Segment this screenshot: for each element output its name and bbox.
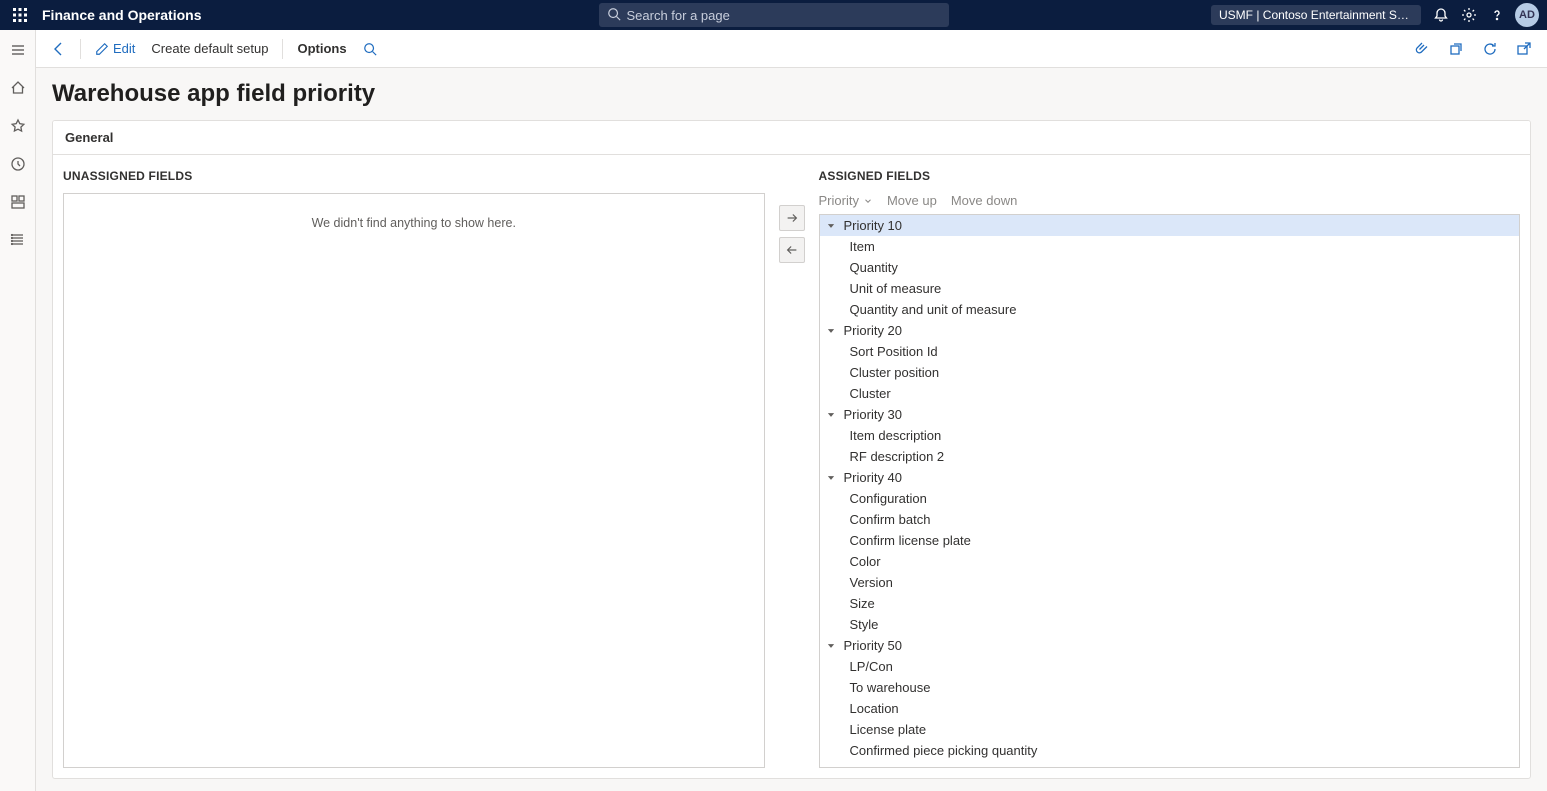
priority-group-header[interactable]: Priority 40	[820, 467, 1520, 488]
nav-workspaces-icon[interactable]	[4, 188, 32, 216]
open-new-button[interactable]	[1443, 36, 1469, 62]
options-button[interactable]: Options	[291, 37, 352, 60]
chevron-down-icon	[863, 196, 873, 206]
assigned-title: ASSIGNED FIELDS	[819, 169, 1521, 183]
left-nav-rail	[0, 30, 36, 791]
help-icon[interactable]	[1483, 1, 1511, 29]
general-card: General UNASSIGNED FIELDS We didn't find…	[52, 120, 1531, 779]
assigned-column: ASSIGNED FIELDS Priority Move up Move do…	[809, 155, 1531, 778]
unassigned-title: UNASSIGNED FIELDS	[63, 169, 765, 183]
options-label: Options	[297, 41, 346, 56]
create-default-label: Create default setup	[151, 41, 268, 56]
priority-group-label: Priority 10	[844, 218, 903, 233]
move-up-label: Move up	[887, 193, 937, 208]
move-left-button[interactable]	[779, 237, 805, 263]
priority-field-item[interactable]: RF description 2	[820, 446, 1520, 467]
card-body: UNASSIGNED FIELDS We didn't find anythin…	[53, 155, 1530, 778]
nav-favorites-icon[interactable]	[4, 112, 32, 140]
priority-field-item[interactable]: Size	[820, 593, 1520, 614]
priority-group-header[interactable]: Priority 50	[820, 635, 1520, 656]
expand-caret-icon	[824, 221, 838, 231]
priority-field-item[interactable]: Configuration	[820, 488, 1520, 509]
assigned-toolbar: Priority Move up Move down	[819, 193, 1521, 208]
global-header: Finance and Operations USMF | Contoso En…	[0, 0, 1547, 30]
create-default-button[interactable]: Create default setup	[145, 37, 274, 60]
attachments-button[interactable]	[1409, 36, 1435, 62]
priority-field-item[interactable]: Confirm batch	[820, 509, 1520, 530]
main-column: Edit Create default setup Options	[36, 30, 1547, 791]
back-button[interactable]	[46, 36, 72, 62]
move-down-button[interactable]: Move down	[951, 193, 1017, 208]
priority-field-item[interactable]: Version	[820, 572, 1520, 593]
priority-field-item[interactable]: Color	[820, 551, 1520, 572]
priority-field-item[interactable]: Confirm license plate	[820, 530, 1520, 551]
expand-caret-icon	[824, 641, 838, 651]
expand-caret-icon	[824, 410, 838, 420]
edit-button[interactable]: Edit	[89, 37, 141, 60]
move-buttons-column	[775, 155, 809, 778]
company-selector[interactable]: USMF | Contoso Entertainment Syste...	[1211, 5, 1421, 25]
page-title: Warehouse app field priority	[52, 80, 1531, 108]
priority-dropdown[interactable]: Priority	[819, 193, 873, 208]
shell: Edit Create default setup Options	[0, 30, 1547, 791]
priority-field-item[interactable]: Quantity	[820, 257, 1520, 278]
priority-field-item[interactable]: To warehouse	[820, 677, 1520, 698]
priority-field-item[interactable]: Item description	[820, 425, 1520, 446]
edit-label: Edit	[113, 41, 135, 56]
popout-button[interactable]	[1511, 36, 1537, 62]
priority-field-item[interactable]: Item	[820, 236, 1520, 257]
nav-hamburger-icon[interactable]	[4, 36, 32, 64]
unassigned-column: UNASSIGNED FIELDS We didn't find anythin…	[53, 155, 775, 778]
move-right-button[interactable]	[779, 205, 805, 231]
action-bar-left: Edit Create default setup Options	[46, 36, 383, 62]
notifications-icon[interactable]	[1427, 1, 1455, 29]
priority-field-item[interactable]: Unit of measure	[820, 278, 1520, 299]
priority-field-item[interactable]: Sort Position Id	[820, 341, 1520, 362]
priority-group-label: Priority 20	[844, 323, 903, 338]
priority-group-header[interactable]: Priority 20	[820, 320, 1520, 341]
move-up-button[interactable]: Move up	[887, 193, 937, 208]
priority-group-header[interactable]: Priority 10	[820, 215, 1520, 236]
priority-label: Priority	[819, 193, 859, 208]
move-down-label: Move down	[951, 193, 1017, 208]
nav-modules-icon[interactable]	[4, 226, 32, 254]
priority-field-item[interactable]: Cluster position	[820, 362, 1520, 383]
priority-field-item[interactable]: Location	[820, 698, 1520, 719]
action-bar: Edit Create default setup Options	[36, 30, 1547, 68]
search-input[interactable]	[599, 3, 949, 27]
pencil-icon	[95, 42, 109, 56]
expand-caret-icon	[824, 326, 838, 336]
priority-group-label: Priority 30	[844, 407, 903, 422]
settings-icon[interactable]	[1455, 1, 1483, 29]
divider	[282, 39, 283, 59]
divider	[80, 39, 81, 59]
priority-field-item[interactable]: Style	[820, 614, 1520, 635]
priority-field-item[interactable]: Cluster	[820, 383, 1520, 404]
priority-field-item[interactable]: License plate	[820, 719, 1520, 740]
action-bar-right	[1409, 36, 1537, 62]
expand-caret-icon	[824, 473, 838, 483]
global-search	[599, 3, 949, 27]
assigned-list[interactable]: Priority 10 ItemQuantityUnit of measureQu…	[819, 214, 1521, 768]
unassigned-list[interactable]: We didn't find anything to show here.	[63, 193, 765, 768]
page-search-button[interactable]	[357, 36, 383, 62]
priority-field-item[interactable]: LP/Con	[820, 656, 1520, 677]
nav-recent-icon[interactable]	[4, 150, 32, 178]
priority-field-item[interactable]: Confirmed piece picking quantity	[820, 740, 1520, 761]
app-launcher-icon[interactable]	[8, 3, 32, 27]
nav-home-icon[interactable]	[4, 74, 32, 102]
refresh-button[interactable]	[1477, 36, 1503, 62]
page-body: Warehouse app field priority General UNA…	[36, 68, 1547, 791]
empty-message: We didn't find anything to show here.	[64, 194, 764, 252]
priority-group-header[interactable]: Priority 30	[820, 404, 1520, 425]
priority-group-label: Priority 50	[844, 638, 903, 653]
brand-title: Finance and Operations	[42, 7, 201, 23]
priority-field-item[interactable]: Quantity and unit of measure	[820, 299, 1520, 320]
priority-group-label: Priority 40	[844, 470, 903, 485]
user-avatar[interactable]: AD	[1515, 3, 1539, 27]
card-header-general[interactable]: General	[53, 121, 1530, 155]
